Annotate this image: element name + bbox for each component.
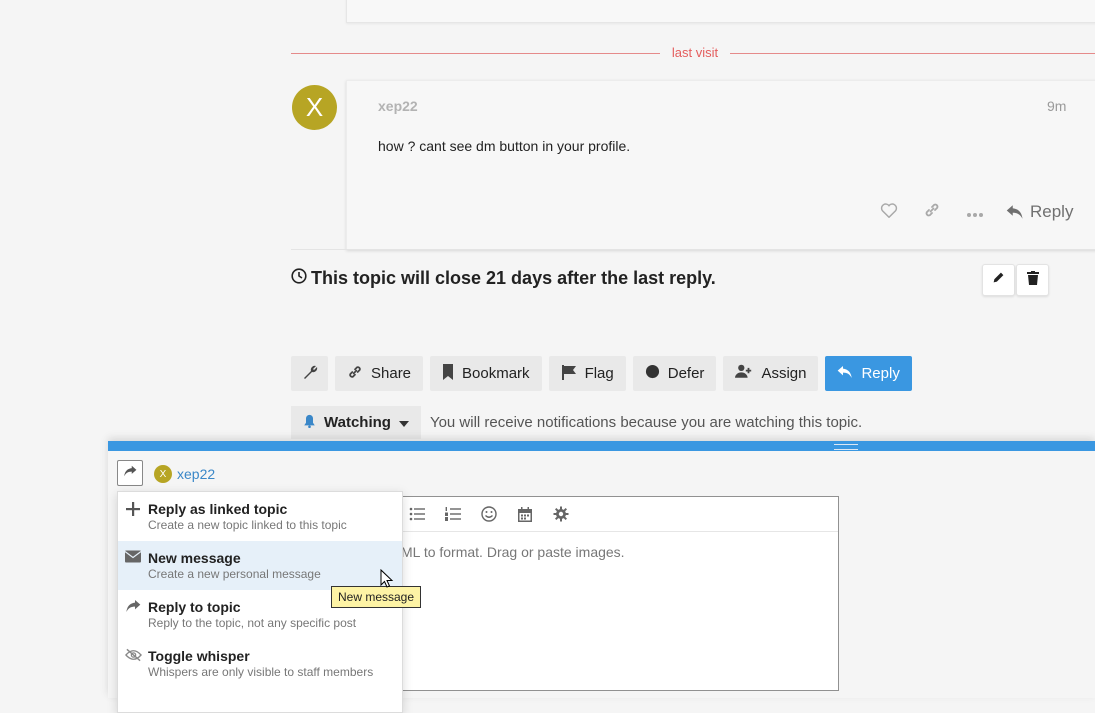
wrench-icon <box>302 364 318 384</box>
bookmark-icon <box>442 363 454 384</box>
composer-editor[interactable]: ML to format. Drag or paste images. <box>392 496 839 691</box>
circle-icon <box>645 364 660 383</box>
numbered-list-icon[interactable] <box>435 507 471 521</box>
last-visit-line-right <box>727 53 1095 54</box>
editor-toolbar <box>393 497 838 532</box>
share-label: Share <box>371 365 412 382</box>
post-card: xep22 9m how ? cant see dm button in you… <box>346 80 1095 250</box>
flag-icon <box>561 364 577 384</box>
trash-icon <box>1026 270 1039 290</box>
link-icon <box>347 364 363 384</box>
previous-post-card <box>346 0 1095 23</box>
like-icon[interactable] <box>867 202 910 223</box>
tooltip: New message <box>331 586 422 608</box>
defer-label: Defer <box>667 365 705 382</box>
avatar: X <box>154 465 172 483</box>
composer-resize-bar[interactable] <box>108 441 1095 451</box>
menu-item-title: Toggle whisper <box>148 648 250 664</box>
more-icon[interactable] <box>953 202 996 223</box>
flag-label: Flag <box>584 365 614 382</box>
menu-item-description: Reply to the topic, not any specific pos… <box>148 616 357 630</box>
notification-reason: You will receive notifications because y… <box>429 414 863 431</box>
post-time[interactable]: 9m <box>1047 98 1066 114</box>
assign-label: Assign <box>761 365 807 382</box>
menu-item-toggle-whisper[interactable]: Toggle whisper Whispers are only visible… <box>118 639 402 688</box>
caret-down-icon <box>398 414 409 431</box>
edit-timer-button[interactable] <box>982 264 1015 296</box>
eye-slash-icon <box>124 648 142 662</box>
reply-icon <box>837 365 853 383</box>
link-icon[interactable] <box>910 201 953 224</box>
assign-button[interactable]: Assign <box>723 356 819 391</box>
menu-item-title: Reply to topic <box>148 599 241 615</box>
menu-item-reply-as-linked-topic[interactable]: Reply as linked topic Create a new topic… <box>118 492 402 541</box>
gear-icon[interactable] <box>543 506 579 522</box>
flag-button[interactable]: Flag <box>548 356 626 391</box>
menu-item-new-message[interactable]: New message Create a new personal messag… <box>118 541 402 590</box>
composer-target-user[interactable]: X xep22 <box>154 465 215 483</box>
post-body: how ? cant see dm button in your profile… <box>378 138 631 154</box>
composer-action-button[interactable] <box>117 460 143 486</box>
menu-item-description: Create a new topic linked to this topic <box>148 518 347 532</box>
avatar[interactable]: X <box>292 85 337 130</box>
post-actions: Reply <box>867 199 1073 225</box>
calendar-icon[interactable] <box>507 506 543 522</box>
notification-level-dropdown[interactable]: Watching <box>291 406 421 439</box>
notifications-row: Watching You will receive notifications … <box>291 406 862 439</box>
editor-placeholder: ML to format. Drag or paste images. <box>401 544 625 560</box>
user-plus-icon <box>735 364 753 383</box>
delete-timer-button[interactable] <box>1016 264 1049 296</box>
post-username[interactable]: xep22 <box>378 98 418 114</box>
notification-level-label: Watching <box>324 414 391 431</box>
envelope-icon <box>124 550 142 563</box>
grip-icon[interactable] <box>834 444 858 450</box>
reply-button[interactable]: Reply <box>825 356 912 391</box>
bookmark-button[interactable]: Bookmark <box>430 356 542 391</box>
post-reply-label: Reply <box>1030 202 1074 221</box>
menu-item-title: New message <box>148 550 241 566</box>
bell-icon <box>303 414 316 432</box>
pencil-icon <box>992 271 1005 289</box>
emoji-icon[interactable] <box>471 506 507 522</box>
last-visit-label: last visit <box>660 45 730 60</box>
bullet-list-icon[interactable] <box>399 507 435 521</box>
topic-footer-buttons: Share Bookmark Flag Defer Assign Reply <box>291 356 912 391</box>
topic-timer-text: This topic will close 21 days after the … <box>311 268 716 288</box>
menu-item-description: Whispers are only visible to staff membe… <box>148 665 374 679</box>
share-icon <box>123 464 137 482</box>
menu-item-description: Create a new personal message <box>148 567 321 581</box>
menu-item-title: Reply as linked topic <box>148 501 288 517</box>
topic-timer-notice: This topic will close 21 days after the … <box>291 268 716 289</box>
post-reply-button[interactable]: Reply <box>1006 202 1073 222</box>
defer-button[interactable]: Defer <box>632 356 717 391</box>
bookmark-label: Bookmark <box>462 365 530 382</box>
topic-separator <box>291 249 1095 250</box>
composer-username: xep22 <box>177 466 216 482</box>
plus-icon <box>124 501 142 517</box>
reply-label: Reply <box>861 365 900 382</box>
admin-wrench-button[interactable] <box>291 356 328 391</box>
last-visit-line-left <box>291 53 661 54</box>
mouse-cursor-icon <box>380 568 394 594</box>
share-button[interactable]: Share <box>335 356 424 391</box>
share-icon <box>124 599 142 613</box>
clock-icon <box>291 268 307 289</box>
